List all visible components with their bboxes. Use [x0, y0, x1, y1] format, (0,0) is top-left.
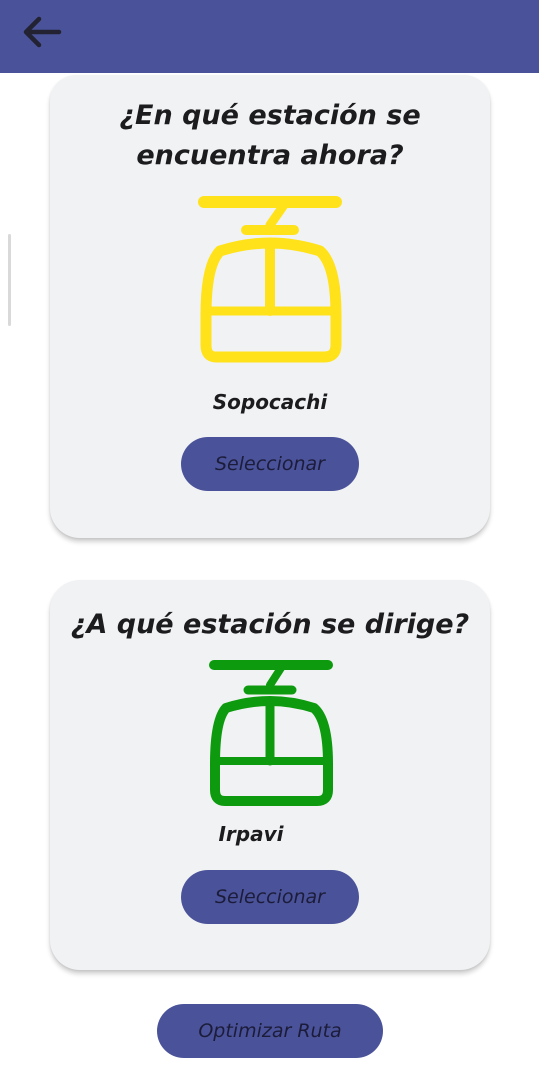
- destination-question-title: ¿A qué estación se dirige?: [70, 609, 470, 640]
- gondola-icon: [198, 196, 342, 363]
- app-bar: [0, 0, 539, 73]
- optimize-route-button[interactable]: Optimizar Ruta: [157, 1004, 383, 1058]
- origin-station-card: ¿En qué estación se encuentra ahora? Sop…: [50, 75, 490, 538]
- select-destination-button[interactable]: Seleccionar: [181, 870, 359, 924]
- scrollbar[interactable]: [8, 234, 11, 326]
- select-origin-button[interactable]: Seleccionar: [181, 437, 359, 491]
- destination-station-card: ¿A qué estación se dirige? Irpavi Selecc…: [50, 580, 490, 970]
- back-button[interactable]: [16, 10, 66, 54]
- origin-question-title: ¿En qué estación se encuentra ahora?: [119, 100, 421, 171]
- origin-station-name: Sopocachi: [212, 390, 328, 414]
- gondola-icon: [209, 660, 333, 806]
- arrow-left-icon: [23, 16, 62, 48]
- route-planner-screen: ¿En qué estación se encuentra ahora? Sop…: [0, 0, 539, 1070]
- destination-station-name: Irpavi: [218, 822, 284, 846]
